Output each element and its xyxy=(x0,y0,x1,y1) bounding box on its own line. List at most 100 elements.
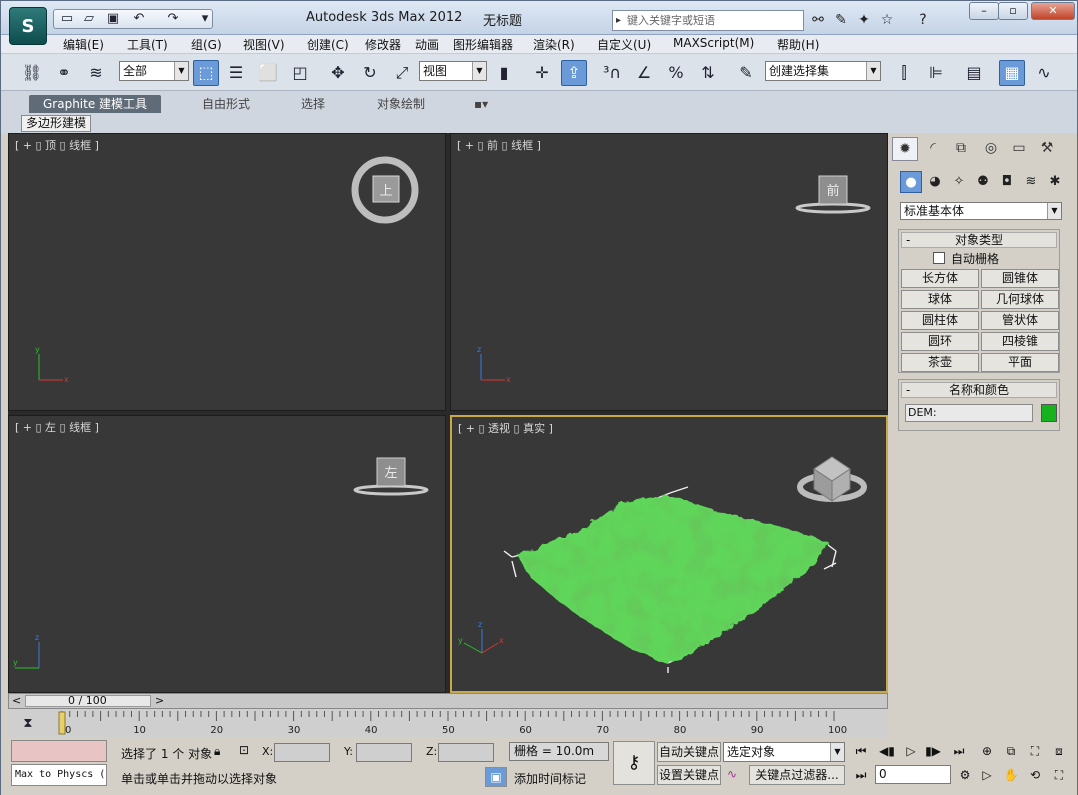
ref-coord-select[interactable]: 视图 ▼ xyxy=(419,61,487,81)
graphite-toggle-icon[interactable]: ▦ xyxy=(999,60,1025,86)
ribbon-tab-freeform[interactable]: 自由形式 xyxy=(202,95,250,113)
rotate-icon[interactable]: ↻ xyxy=(357,60,383,86)
bind-spacewarp-icon[interactable]: ≋ xyxy=(83,60,109,86)
maximize-viewport-icon[interactable]: ⛶ xyxy=(1049,765,1069,785)
menu-item-9[interactable]: 自定义(U) xyxy=(597,36,651,53)
named-selection-select[interactable]: 创建选择集 ▼ xyxy=(765,61,881,81)
x-coordinate-field[interactable] xyxy=(274,743,330,762)
category-select[interactable]: 标准基本体 ▼ xyxy=(900,202,1062,220)
prev-frame-icon[interactable]: ◀▮ xyxy=(877,741,897,761)
help-icon[interactable]: ? xyxy=(913,11,933,29)
shapes-icon[interactable]: ◕ xyxy=(924,171,946,193)
z-coordinate-field[interactable] xyxy=(438,743,494,762)
cylinder-button[interactable]: 圆柱体 xyxy=(901,311,979,330)
sphere-button[interactable]: 球体 xyxy=(901,290,979,309)
ribbon-menu-icon[interactable]: ▪▾ xyxy=(474,95,488,113)
new-file-icon[interactable]: ▭ xyxy=(59,11,75,27)
time-config-icon[interactable]: ⚙ xyxy=(955,765,975,785)
plane-button[interactable]: 平面 xyxy=(981,353,1059,372)
menu-item-5[interactable]: 修改器 xyxy=(365,36,401,53)
set-key-button[interactable]: 设置关键点 xyxy=(657,765,721,785)
lights-icon[interactable]: ✧ xyxy=(948,171,970,193)
rollout-header[interactable]: - 对象类型 xyxy=(901,232,1057,248)
rollout-header[interactable]: - 名称和颜色 xyxy=(901,382,1057,398)
redo-icon[interactable]: ↷ xyxy=(165,11,181,27)
viewcube-perspective[interactable] xyxy=(797,456,867,502)
key-curve-icon[interactable]: ∿ xyxy=(727,767,737,781)
key-mode-toggle-icon[interactable]: ⏭ xyxy=(851,765,871,785)
go-to-start-icon[interactable]: ⏮ xyxy=(851,741,871,761)
cone-button[interactable]: 圆锥体 xyxy=(981,269,1059,288)
pivot-center-icon[interactable]: ▮ xyxy=(491,60,517,86)
set-key-icon[interactable]: ⚷ xyxy=(613,741,655,785)
auto-key-button[interactable]: 自动关键点 xyxy=(657,742,721,762)
select-manipulate-icon[interactable]: ✛ xyxy=(529,60,555,86)
viewport-perspective[interactable]: z x y [ + ▯ 透视 ▯ 真实 ] xyxy=(450,415,888,693)
qa-dropdown-icon[interactable]: ▾ xyxy=(197,11,213,27)
helpers-icon[interactable]: ◘ xyxy=(996,171,1018,193)
play-icon[interactable]: ▷ xyxy=(901,741,921,761)
select-by-name-icon[interactable]: ☰ xyxy=(223,60,249,86)
binoculars-icon[interactable]: ⚯ xyxy=(808,11,828,29)
geometry-icon[interactable]: ● xyxy=(900,171,922,193)
menu-item-7[interactable]: 图形编辑器 xyxy=(453,36,513,53)
select-object-button[interactable]: ⬚ xyxy=(193,60,219,86)
utilities-tab-icon[interactable]: ⚒ xyxy=(1034,137,1060,161)
systems-icon[interactable]: ✱ xyxy=(1044,171,1066,193)
display-tab-icon[interactable]: ▭ xyxy=(1006,137,1032,161)
unlink-icon[interactable]: ⚭ xyxy=(51,60,77,86)
next-frame-icon[interactable]: ▮▶ xyxy=(923,741,943,761)
percent-snap-icon[interactable]: % xyxy=(663,60,689,86)
menu-item-1[interactable]: 工具(T) xyxy=(127,36,168,53)
motion-tab-icon[interactable]: ◎ xyxy=(978,137,1004,161)
keyboard-shortcut-toggle[interactable]: ⇪ xyxy=(561,60,587,86)
spacewarps-icon[interactable]: ≋ xyxy=(1020,171,1042,193)
go-to-end-icon[interactable]: ⏭ xyxy=(949,741,969,761)
autogrid-checkbox[interactable] xyxy=(933,252,945,264)
object-name-field[interactable]: DEM: xyxy=(905,404,1033,422)
viewport-label[interactable]: [ + ▯ 左 ▯ 线框 ] xyxy=(15,419,99,435)
absolute-mode-icon[interactable]: ⊡ xyxy=(239,743,249,757)
zoom-icon[interactable]: ⊕ xyxy=(977,741,997,761)
time-tag-icon[interactable]: ▣ xyxy=(485,767,507,787)
edit-named-selection-icon[interactable]: ✎ xyxy=(733,60,759,86)
pan-icon[interactable]: ✋ xyxy=(1001,765,1021,785)
align-icon[interactable]: ⊫ xyxy=(923,60,949,86)
ribbon-tab-selection[interactable]: 选择 xyxy=(301,95,325,113)
search-input[interactable]: 键入关键字或短语 xyxy=(612,10,804,31)
slider-thumb[interactable]: 0 / 100 xyxy=(25,694,151,707)
create-tab-icon[interactable]: ✹ xyxy=(892,137,918,161)
maximize-button[interactable]: ▫ xyxy=(998,2,1028,20)
menu-item-8[interactable]: 渲染(R) xyxy=(533,36,575,53)
lock-icon[interactable]: 🔒︎ xyxy=(214,744,220,759)
curve-editor-icon[interactable]: ∿ xyxy=(1031,60,1057,86)
slider-prev-icon[interactable]: < xyxy=(12,694,21,707)
menu-item-11[interactable]: 帮助(H) xyxy=(777,36,819,53)
cameras-icon[interactable]: ⚉ xyxy=(972,171,994,193)
hierarchy-tab-icon[interactable]: ⧉ xyxy=(948,137,974,161)
object-color-swatch[interactable] xyxy=(1041,404,1057,422)
ribbon-tab-object-paint[interactable]: 对象绘制 xyxy=(377,95,425,113)
script-listener-output[interactable] xyxy=(11,740,107,762)
ribbon-subtab-polygon[interactable]: 多边形建模 xyxy=(21,115,92,132)
tube-button[interactable]: 管状体 xyxy=(981,311,1059,330)
key-mode-select[interactable]: 选定对象 ▼ xyxy=(723,742,845,762)
time-slider[interactable]: < 0 / 100 > xyxy=(8,693,888,709)
app-logo-icon[interactable]: S xyxy=(9,7,47,45)
teapot-button[interactable]: 茶壶 xyxy=(901,353,979,372)
field-of-view-icon[interactable]: ▷ xyxy=(977,765,997,785)
communication-icon[interactable]: ✦ xyxy=(854,11,874,29)
menu-item-6[interactable]: 动画 xyxy=(415,36,439,53)
add-time-tag[interactable]: 添加时间标记 xyxy=(514,770,586,787)
zoom-extents-icon[interactable]: ⛶ xyxy=(1025,741,1045,761)
favorites-icon[interactable]: ☆ xyxy=(877,11,897,29)
zoom-extents-all-icon[interactable]: ⧈ xyxy=(1049,741,1069,761)
scale-icon[interactable]: ⤢ xyxy=(389,60,415,86)
viewport-label[interactable]: [ + ▯ 透视 ▯ 真实 ] xyxy=(458,420,553,436)
ribbon-tab-graphite[interactable]: Graphite 建模工具 xyxy=(29,95,162,113)
pyramid-button[interactable]: 四棱锥 xyxy=(981,332,1059,351)
modify-tab-icon[interactable]: ◜ xyxy=(920,137,946,161)
angle-snap-icon[interactable]: ∠ xyxy=(631,60,657,86)
spinner-snap-icon[interactable]: ⇅ xyxy=(695,60,721,86)
viewport-label[interactable]: [ + ▯ 顶 ▯ 线框 ] xyxy=(15,137,99,153)
